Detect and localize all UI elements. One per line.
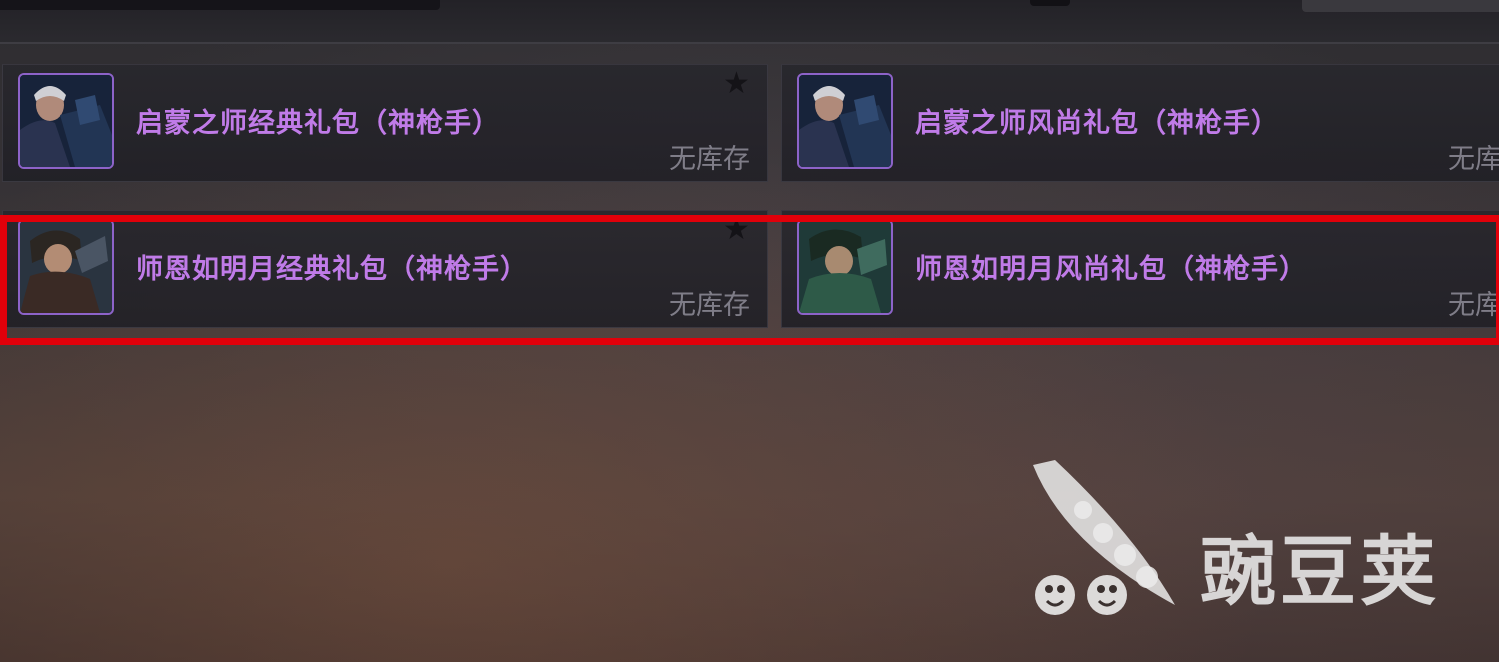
stock-status: 无库存 (669, 290, 750, 321)
portrait-art (20, 75, 112, 167)
stock-status: 无库存 (669, 144, 750, 175)
character-portrait-icon (797, 219, 893, 315)
gift-pack-card[interactable]: 启蒙之师风尚礼包（神枪手） 无库存 (781, 64, 1499, 182)
gift-pack-title: 师恩如明月风尚礼包（神枪手） (915, 254, 1307, 285)
star-icon[interactable]: ★ (723, 215, 750, 245)
gift-pack-card[interactable]: 师恩如明月风尚礼包（神枪手） 无库存 (781, 210, 1499, 328)
character-portrait-icon (797, 73, 893, 169)
gift-pack-card[interactable]: 启蒙之师经典礼包（神枪手） ★ 无库存 (2, 64, 768, 182)
portrait-art (799, 75, 891, 167)
gift-pack-card[interactable]: 师恩如明月经典礼包（神枪手） ★ 无库存 (2, 210, 768, 328)
watermark-text: 豌豆荚 (1200, 527, 1440, 616)
character-portrait-icon (18, 219, 114, 315)
portrait-art (799, 221, 891, 313)
divider (0, 42, 1499, 44)
filter-field[interactable] (1302, 0, 1499, 12)
gift-pack-title: 启蒙之师风尚礼包（神枪手） (915, 108, 1279, 139)
stock-status: 无库存 (1448, 290, 1499, 321)
top-toolbar (0, 0, 1499, 44)
character-portrait-icon (18, 73, 114, 169)
game-shop-panel: 启蒙之师经典礼包（神枪手） ★ 无库存 启蒙之师风尚礼包（神枪手） 无库存 (0, 0, 1499, 662)
search-field[interactable] (0, 0, 440, 10)
stock-status: 无库存 (1448, 144, 1499, 175)
gift-pack-title: 师恩如明月经典礼包（神枪手） (136, 254, 528, 285)
gift-pack-title: 启蒙之师经典礼包（神枪手） (136, 108, 500, 139)
toolbar-knob[interactable] (1030, 0, 1070, 6)
star-icon[interactable]: ★ (723, 69, 750, 99)
portrait-art (20, 221, 112, 313)
